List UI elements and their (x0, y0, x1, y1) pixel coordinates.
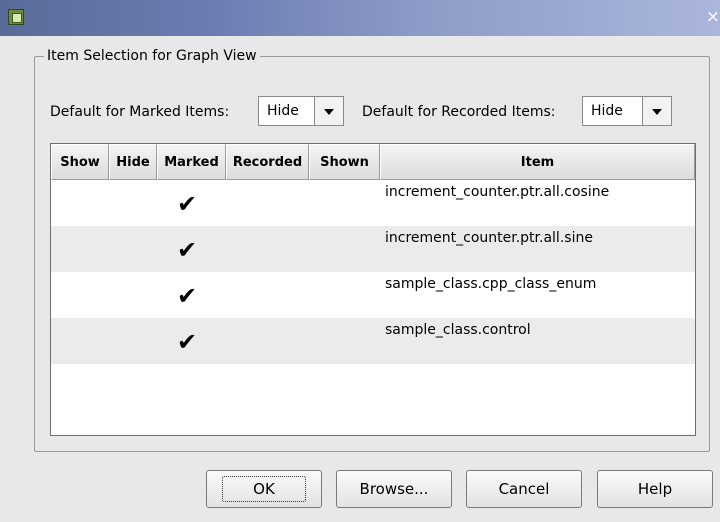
close-icon[interactable]: × (706, 7, 720, 27)
table-row[interactable]: ✔ increment_counter.ptr.all.cosine (51, 180, 695, 226)
table-row[interactable]: ✔ sample_class.cpp_class_enum (51, 272, 695, 318)
default-marked-select[interactable]: Hide (258, 96, 344, 126)
hide-cell[interactable] (109, 272, 157, 318)
checkmark-icon: ✔ (177, 236, 198, 264)
marked-cell: ✔ (157, 272, 226, 318)
marked-cell: ✔ (157, 226, 226, 272)
column-header-show[interactable]: Show (51, 144, 109, 180)
items-table[interactable]: Show Hide Marked Recorded Shown Item ✔ i… (50, 143, 696, 436)
chevron-down-icon[interactable] (315, 97, 343, 125)
table-header: Show Hide Marked Recorded Shown Item (51, 144, 695, 180)
column-header-marked[interactable]: Marked (157, 144, 226, 180)
default-recorded-select[interactable]: Hide (582, 96, 672, 126)
item-name: increment_counter.ptr.all.sine (385, 230, 593, 246)
marked-cell: ✔ (157, 180, 226, 226)
table-row[interactable]: ✔ increment_counter.ptr.all.sine (51, 226, 695, 272)
default-recorded-value: Hide (583, 97, 643, 125)
shown-cell (309, 226, 380, 272)
marked-cell: ✔ (157, 318, 226, 364)
title-bar[interactable]: × (0, 0, 720, 36)
shown-cell (309, 318, 380, 364)
help-button[interactable]: Help (597, 470, 713, 508)
app-icon (8, 9, 24, 25)
shown-cell (309, 272, 380, 318)
hide-cell[interactable] (109, 226, 157, 272)
checkmark-icon: ✔ (177, 190, 198, 218)
chevron-down-icon[interactable] (643, 97, 671, 125)
recorded-cell (226, 272, 309, 318)
show-cell[interactable] (51, 318, 109, 364)
column-header-hide[interactable]: Hide (109, 144, 157, 180)
recorded-cell (226, 180, 309, 226)
default-marked-value: Hide (259, 97, 315, 125)
hide-cell[interactable] (109, 180, 157, 226)
show-cell[interactable] (51, 272, 109, 318)
default-marked-label: Default for Marked Items: (50, 104, 230, 120)
recorded-cell (226, 226, 309, 272)
item-name: sample_class.control (385, 322, 531, 338)
recorded-cell (226, 318, 309, 364)
show-cell[interactable] (51, 226, 109, 272)
browse-button[interactable]: Browse... (336, 470, 452, 508)
default-recorded-label: Default for Recorded Items: (362, 104, 556, 120)
item-name: sample_class.cpp_class_enum (385, 276, 597, 292)
hide-cell[interactable] (109, 318, 157, 364)
show-cell[interactable] (51, 180, 109, 226)
column-header-shown[interactable]: Shown (309, 144, 380, 180)
group-legend: Item Selection for Graph View (44, 47, 260, 65)
ok-button[interactable]: OK (206, 470, 322, 508)
item-name: increment_counter.ptr.all.cosine (385, 184, 610, 200)
column-header-recorded[interactable]: Recorded (226, 144, 309, 180)
shown-cell (309, 180, 380, 226)
ok-button-label: OK (222, 476, 306, 502)
checkmark-icon: ✔ (177, 328, 198, 356)
checkmark-icon: ✔ (177, 282, 198, 310)
column-header-item[interactable]: Item (380, 144, 695, 180)
cancel-button[interactable]: Cancel (466, 470, 582, 508)
table-row[interactable]: ✔ sample_class.control (51, 318, 695, 364)
